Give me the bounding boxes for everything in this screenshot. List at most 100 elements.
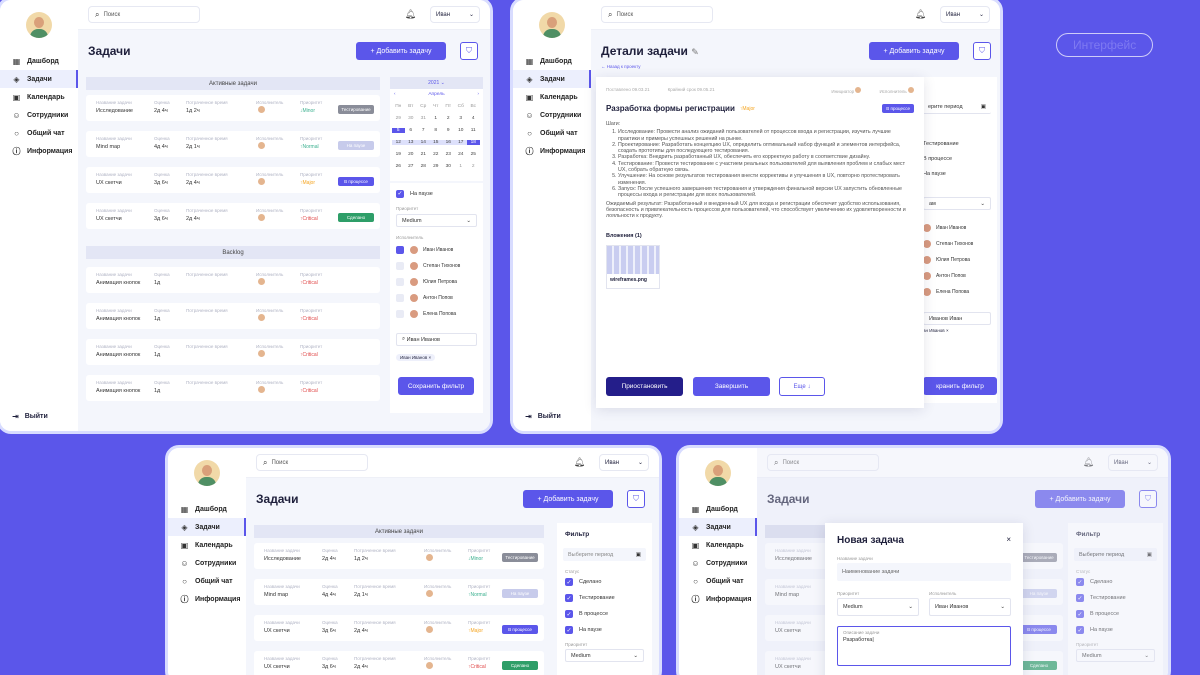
- calendar-day[interactable]: 29: [430, 164, 443, 169]
- nav-chat[interactable]: ○ Общий чат: [0, 124, 78, 142]
- back-link[interactable]: ← Назад к проекту: [601, 64, 640, 69]
- selected-person-chip[interactable]: Иван Иванов ×: [396, 354, 436, 361]
- checkbox[interactable]: [396, 294, 404, 302]
- nav-employees[interactable]: ☺ Сотрудники: [0, 106, 78, 124]
- status-badge[interactable]: В процессе: [882, 104, 914, 113]
- nav-dashboard[interactable]: ▦ Дашборд: [0, 52, 78, 70]
- calendar-day[interactable]: 5: [392, 127, 405, 133]
- filter-button[interactable]: ⛉: [627, 490, 645, 508]
- checkbox[interactable]: [396, 246, 404, 254]
- table-row[interactable]: Название задачи Оценка Потраченное время Ис…: [254, 615, 544, 641]
- calendar-day[interactable]: 11: [467, 128, 480, 133]
- table-row[interactable]: Название задачи Оценка Потраченное время Ис…: [86, 167, 380, 193]
- calendar-day[interactable]: 26: [392, 164, 405, 169]
- task-name-input[interactable]: Наименование задачи: [837, 563, 1011, 581]
- person-option[interactable]: Степан Тихонов: [923, 236, 993, 252]
- search-input[interactable]: ⌕ Поиск: [601, 6, 713, 23]
- status-option[interactable]: В процессе: [923, 151, 993, 166]
- calendar-day[interactable]: 14: [417, 139, 430, 145]
- bell-icon[interactable]: 🔔︎: [915, 9, 926, 20]
- table-row[interactable]: Название задачи Оценка Потраченное время Ис…: [86, 95, 380, 121]
- description-textarea[interactable]: Описание задачи Разработка|: [837, 626, 1011, 666]
- calendar-day[interactable]: 3: [455, 116, 468, 121]
- priority-select[interactable]: ам ⌄: [923, 197, 991, 210]
- checkbox[interactable]: [396, 262, 404, 270]
- edit-icon[interactable]: ✎: [691, 47, 699, 57]
- close-icon[interactable]: ×: [1006, 535, 1011, 546]
- status-badge[interactable]: В процессе: [338, 177, 374, 186]
- person-option[interactable]: Антон Попов: [396, 290, 477, 306]
- calendar-day[interactable]: 2: [467, 164, 480, 169]
- user-select[interactable]: Иван ⌄: [940, 6, 990, 23]
- nav-chat[interactable]: ○ Общий чат: [679, 572, 757, 590]
- calendar-day[interactable]: 25: [467, 152, 480, 157]
- priority-select[interactable]: Medium ⌄: [565, 649, 644, 662]
- calendar-day[interactable]: 15: [429, 139, 442, 145]
- table-row[interactable]: Название задачи Оценка Потраченное время Ис…: [86, 339, 380, 365]
- nav-employees[interactable]: ☺ Сотрудники: [513, 106, 591, 124]
- status-option[interactable]: Тестирование: [923, 136, 993, 151]
- status-badge[interactable]: На паузе: [338, 141, 374, 150]
- calendar-day[interactable]: 30: [405, 116, 418, 121]
- nav-employees[interactable]: ☺ Сотрудники: [168, 554, 246, 572]
- executor-select[interactable]: Иван Иванов ⌄: [929, 598, 1011, 616]
- calendar-day[interactable]: 13: [404, 139, 417, 145]
- add-task-button[interactable]: + Добавить задачу: [523, 490, 613, 508]
- checkbox[interactable]: [396, 310, 404, 318]
- calendar-day[interactable]: 12: [392, 139, 405, 145]
- calendar-day[interactable]: 20: [405, 152, 418, 157]
- table-row[interactable]: Название задачи Оценка Потраченное время Ис…: [86, 375, 380, 401]
- exit-button[interactable]: ⇥ Выйти: [525, 412, 561, 421]
- avatar[interactable]: [26, 12, 52, 38]
- filter-button[interactable]: ⛉: [460, 42, 478, 60]
- period-select[interactable]: ерите период ▣: [923, 101, 991, 114]
- calendar-day[interactable]: 19: [392, 152, 405, 157]
- search-input[interactable]: ⌕ Поиск: [88, 6, 200, 23]
- person-search-input[interactable]: Иванов Иван: [923, 312, 991, 325]
- calendar-day[interactable]: 1: [455, 164, 468, 169]
- table-row[interactable]: Название задачи Оценка Потраченное время Ис…: [86, 203, 380, 229]
- calendar-day[interactable]: 28: [417, 164, 430, 169]
- person-option[interactable]: Степан Тихонов: [396, 258, 477, 274]
- calendar-day[interactable]: 16: [442, 139, 455, 145]
- avatar[interactable]: [539, 12, 565, 38]
- nav-chat[interactable]: ○ Общий чат: [513, 124, 591, 142]
- nav-calendar[interactable]: ▣ Календарь: [0, 88, 78, 106]
- nav-info[interactable]: ⓘ Информация: [679, 590, 757, 608]
- calendar-day[interactable]: 30: [442, 164, 455, 169]
- nav-info[interactable]: ⓘ Информация: [513, 142, 591, 160]
- table-row[interactable]: Название задачи Оценка Потраченное время Ис…: [254, 579, 544, 605]
- calendar-day[interactable]: 23: [442, 152, 455, 157]
- finish-button[interactable]: Завершить: [693, 377, 770, 396]
- status-badge[interactable]: Тестирование: [502, 553, 538, 562]
- status-badge[interactable]: Сделано: [338, 213, 374, 222]
- nav-employees[interactable]: ☺ Сотрудники: [679, 554, 757, 572]
- nav-dashboard[interactable]: ▦ Дашборд: [513, 52, 591, 70]
- person-search-input[interactable]: ⌕ Иван Иванов: [396, 333, 477, 346]
- status-option[interactable]: На паузе: [923, 166, 993, 181]
- calendar-day[interactable]: 21: [417, 152, 430, 157]
- status-checkbox[interactable]: ✓ Сделано: [565, 574, 644, 590]
- calendar-day[interactable]: 27: [405, 164, 418, 169]
- calendar-day[interactable]: 31: [417, 116, 430, 121]
- person-option[interactable]: Юлия Петрова: [396, 274, 477, 290]
- nav-tasks[interactable]: ◈ Задачи: [513, 70, 591, 88]
- avatar[interactable]: [705, 460, 731, 486]
- table-row[interactable]: Название задачи Оценка Потраченное время Ис…: [254, 651, 544, 675]
- person-option[interactable]: Юлия Петрова: [923, 252, 993, 268]
- avatar[interactable]: [194, 460, 220, 486]
- bell-icon[interactable]: 🔔︎: [405, 9, 416, 20]
- status-checkbox[interactable]: ✓ В процессе: [565, 606, 644, 622]
- nav-tasks[interactable]: ◈ Задачи: [0, 70, 78, 88]
- calendar-day[interactable]: 18: [467, 139, 480, 145]
- nav-info[interactable]: ⓘ Информация: [0, 142, 78, 160]
- calendar-day[interactable]: 8: [430, 128, 443, 133]
- add-task-button[interactable]: + Добавить задачу: [356, 42, 446, 60]
- nav-dashboard[interactable]: ▦ Дашборд: [679, 500, 757, 518]
- prev-month-icon[interactable]: ‹: [394, 92, 396, 97]
- close-icon[interactable]: ×: [429, 355, 432, 360]
- table-row[interactable]: Название задачи Оценка Потраченное время Ис…: [86, 267, 380, 293]
- status-badge[interactable]: В процессе: [502, 625, 538, 634]
- priority-select[interactable]: Medium ⌄: [396, 214, 477, 227]
- table-row[interactable]: Название задачи Оценка Потраченное время Ис…: [86, 303, 380, 329]
